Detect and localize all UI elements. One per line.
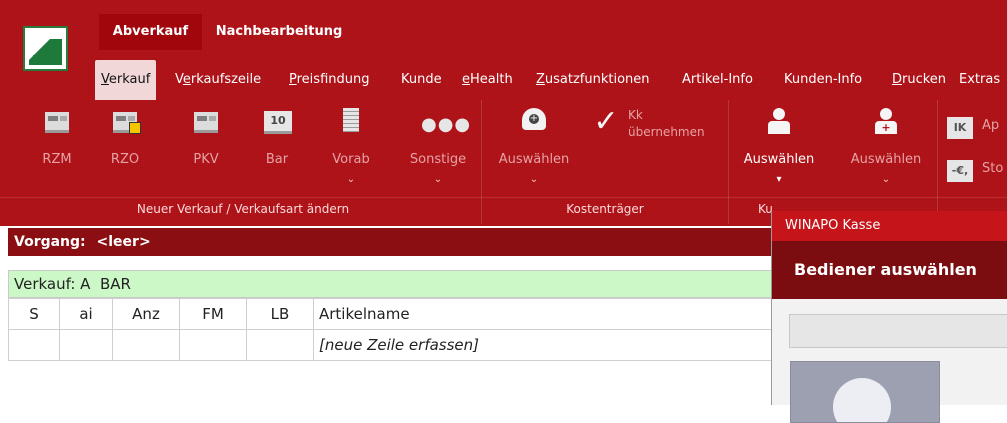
group-label-neuer-verkauf: Neuer Verkauf / Verkaufsart ändern: [136, 202, 350, 216]
column-header-s[interactable]: S: [8, 298, 60, 330]
tab-nachbearbeitung[interactable]: Nachbearbeitung: [214, 14, 344, 50]
screen-icon: [40, 108, 74, 134]
dialog-heading: Bediener auswählen: [772, 241, 1007, 299]
menu-preisfindung[interactable]: Preisfindung: [289, 60, 369, 100]
ap-button-label[interactable]: Ap: [982, 118, 999, 133]
kk-uebernehmen-button[interactable]: Kk übernehmen: [620, 108, 720, 198]
group-label-kostentraeger: Kostenträger: [566, 202, 644, 216]
menu-kunde[interactable]: Kunde: [401, 60, 442, 100]
vorgang-label: Vorgang:: [14, 234, 86, 250]
column-header-lb[interactable]: LB: [246, 298, 314, 330]
menu-bar: Verkauf Verkaufszeile Preisfindung Kunde…: [95, 60, 1007, 100]
ik-icon[interactable]: IK: [947, 117, 973, 139]
bar-button[interactable]: 10 Bar: [251, 108, 303, 198]
column-header-fm[interactable]: FM: [179, 298, 247, 330]
chevron-down-icon[interactable]: ⌄: [403, 174, 473, 185]
menu-ehealth[interactable]: eHealth: [462, 60, 513, 100]
table-cell[interactable]: [8, 329, 60, 361]
table-header-row: S ai Anz FM LB Artikelname: [8, 298, 780, 330]
menu-extras[interactable]: Extras: [959, 60, 1000, 100]
more-dots-icon: ●●●: [421, 114, 472, 135]
menu-drucken[interactable]: Drucken: [892, 60, 946, 100]
add-payer-icon: +: [517, 108, 551, 134]
screen-number-icon: 10: [260, 108, 294, 134]
vorab-button[interactable]: Vorab ⌄: [321, 108, 381, 198]
ribbon-separator: [481, 100, 482, 224]
menu-verkaufszeile[interactable]: Verkaufszeile: [175, 60, 261, 100]
ribbon-separator: [728, 100, 729, 224]
column-header-anz[interactable]: Anz: [112, 298, 180, 330]
tab-abverkauf[interactable]: Abverkauf: [99, 14, 202, 50]
ribbon: Abverkauf Nachbearbeitung Verkauf Verkau…: [0, 0, 1007, 226]
menu-zusatzfunktionen[interactable]: Zusatzfunktionen: [536, 60, 650, 100]
table-cell[interactable]: [246, 329, 314, 361]
ribbon-separator: [937, 100, 938, 224]
chevron-down-icon[interactable]: ⌄: [321, 174, 381, 185]
column-header-ai[interactable]: ai: [59, 298, 113, 330]
table-cell[interactable]: [112, 329, 180, 361]
kk-uebernehmen-check[interactable]: ✓: [588, 104, 624, 198]
verkauf-status-text: Verkauf: A BAR: [14, 275, 131, 293]
dialog-title-bar[interactable]: WINAPO Kasse: [772, 211, 1007, 241]
kunde-hinzufuegen-auswaehlen-button[interactable]: + Auswählen ⌄: [845, 108, 927, 198]
kunde-auswaehlen-button[interactable]: Auswählen ▾: [738, 108, 820, 198]
menu-kunden-info[interactable]: Kunden-Info: [784, 60, 862, 100]
column-header-artikelname[interactable]: Artikelname: [313, 298, 780, 330]
chevron-down-icon[interactable]: ⌄: [491, 174, 577, 185]
rzo-button[interactable]: RZO: [99, 108, 151, 198]
chevron-down-icon[interactable]: ⌄: [845, 174, 927, 185]
storno-button-label[interactable]: Sto: [982, 161, 1003, 176]
app-logo[interactable]: [23, 26, 68, 71]
screen-icon: [189, 108, 223, 134]
avatar: [833, 378, 891, 422]
caret-down-icon[interactable]: ▾: [738, 174, 820, 185]
person-icon: [762, 108, 796, 134]
menu-artikel-info[interactable]: Artikel-Info: [682, 60, 753, 100]
article-table: S ai Anz FM LB Artikelname [neue Zeile e…: [8, 298, 780, 361]
new-row-input[interactable]: [neue Zeile erfassen]: [313, 329, 780, 361]
operator-search-input[interactable]: [789, 314, 1007, 348]
menu-verkauf[interactable]: Verkauf: [95, 60, 157, 100]
table-cell[interactable]: [179, 329, 247, 361]
table-row[interactable]: [neue Zeile erfassen]: [8, 329, 780, 361]
add-person-icon: +: [869, 108, 903, 134]
vorgang-value: <leer>: [96, 234, 151, 250]
screen-warning-icon: [108, 108, 142, 134]
document-icon: [334, 108, 368, 134]
operator-avatar-tile[interactable]: [790, 361, 940, 423]
bediener-dialog: WINAPO Kasse Bediener auswählen: [771, 211, 1007, 423]
pkv-button[interactable]: PKV: [180, 108, 232, 198]
rzm-button[interactable]: RZM: [31, 108, 83, 198]
checkmark-icon: ✓: [593, 104, 619, 139]
table-cell[interactable]: [59, 329, 113, 361]
euro-discount-icon[interactable]: -€,: [947, 160, 973, 182]
sonstige-button[interactable]: ●●● Sonstige ⌄: [403, 108, 473, 198]
kostentraeger-auswaehlen-button[interactable]: + Auswählen ⌄: [491, 108, 577, 198]
